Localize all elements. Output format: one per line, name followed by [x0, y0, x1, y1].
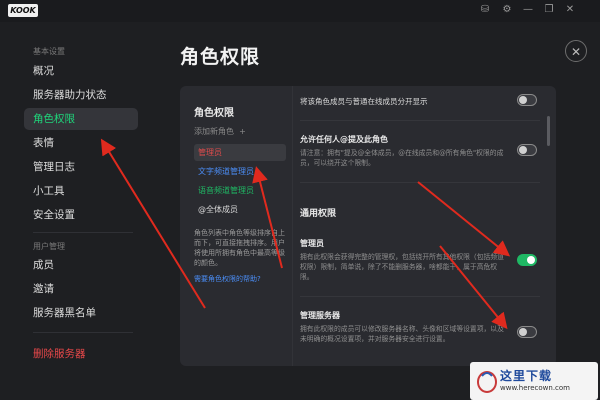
arrow-to-toggle [417, 181, 511, 257]
annotation-arrows [100, 138, 511, 330]
watermark-text: 这里下载 [500, 369, 553, 383]
watermark-url: www.herecown.com [500, 384, 570, 392]
arrow-to-role [252, 166, 283, 269]
arrow-to-toggle [439, 245, 508, 330]
arrow-to-nav [100, 138, 206, 309]
watermark-logo-icon [477, 371, 497, 393]
